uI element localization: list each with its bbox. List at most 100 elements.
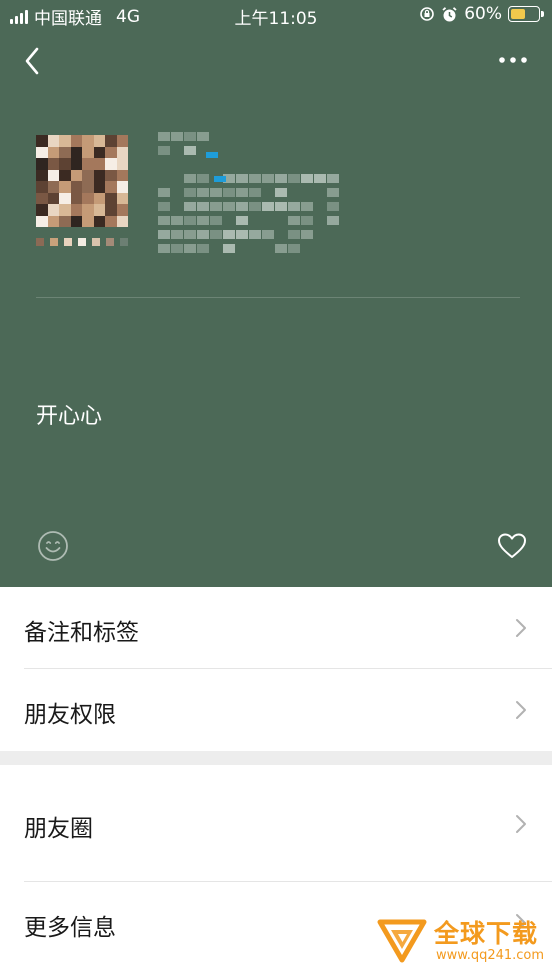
mosaic-pixel [327, 188, 339, 197]
avatar-pixel [116, 169, 128, 181]
row-label: 更多信息 [24, 915, 116, 941]
avatar-pixel [59, 181, 71, 193]
mosaic-pixel [210, 188, 222, 197]
avatar-pixel [116, 204, 128, 216]
avatar-pixel [70, 192, 82, 204]
mosaic-pixel [236, 202, 248, 211]
avatar-pixel [36, 169, 48, 181]
mosaic-pixel [327, 174, 339, 183]
mosaic-pixel [184, 202, 196, 211]
avatar-pixel [47, 135, 59, 147]
mosaic-pixel [171, 132, 183, 141]
mosaic-pixel [223, 188, 235, 197]
avatar-pixel [93, 204, 105, 216]
mosaic-pixel [158, 188, 170, 197]
avatar-pixel [105, 146, 117, 158]
avatar-pixel [36, 204, 48, 216]
avatar-pixel [82, 146, 94, 158]
rotation-lock-icon [420, 7, 435, 21]
avatar-pixel [36, 135, 48, 147]
mosaic-pixel [210, 216, 222, 225]
avatar-pixel [70, 135, 82, 147]
mosaic-pixel [262, 202, 274, 211]
avatar-pixel [105, 158, 117, 170]
watermark-logo-icon [377, 919, 427, 963]
avatar-pixel [116, 158, 128, 170]
mosaic-pixel [223, 244, 235, 253]
avatar-pixel [36, 181, 48, 193]
avatar[interactable] [36, 135, 128, 227]
friend-permissions-row[interactable]: 朋友权限 [0, 669, 552, 751]
mosaic-pixel [288, 216, 300, 225]
mosaic-pixel-blue [206, 152, 218, 158]
avatar-pixel [105, 215, 117, 227]
mosaic-pixel [158, 230, 170, 239]
mosaic-pixel [288, 174, 300, 183]
avatar-pixel [59, 215, 71, 227]
mosaic-pixel [275, 188, 287, 197]
avatar-pixel [47, 169, 59, 181]
mosaic-pixel [197, 230, 209, 239]
remark-tags-row[interactable]: 备注和标签 [0, 587, 552, 669]
back-button[interactable] [18, 44, 48, 78]
mosaic-pixel [236, 216, 248, 225]
chevron-right-icon [516, 619, 526, 637]
mosaic-pixel [184, 132, 196, 141]
avatar-pixel [82, 158, 94, 170]
avatar-pixel [59, 204, 71, 216]
mosaic-pixel [158, 146, 170, 155]
mosaic-pixel [275, 202, 287, 211]
avatar-pixel [59, 158, 71, 170]
watermark: 全球下载 www.qq241.com [372, 912, 550, 968]
avatar-pixel [47, 204, 59, 216]
avatar-pixel [47, 215, 59, 227]
mosaic-pixel [197, 202, 209, 211]
avatar-pixel [93, 146, 105, 158]
avatar-pixel [116, 135, 128, 147]
avatar-pixel [105, 181, 117, 193]
more-button[interactable] [496, 48, 530, 72]
moments-row[interactable]: 朋友圈 [0, 765, 552, 882]
avatar-pixel [70, 158, 82, 170]
mosaic-pixel [301, 216, 313, 225]
mosaic-pixel [197, 132, 209, 141]
settings-group-1: 备注和标签 朋友权限 [0, 587, 552, 751]
avatar-pixel [93, 215, 105, 227]
avatar-pixel [70, 169, 82, 181]
avatar-pixel [59, 135, 71, 147]
avatar-pixel [70, 181, 82, 193]
like-button[interactable] [497, 532, 527, 560]
avatar-pixel [105, 169, 117, 181]
avatar-pixel [36, 215, 48, 227]
battery-icon [508, 6, 544, 22]
mosaic-pixel [249, 188, 261, 197]
avatar-pixel [116, 192, 128, 204]
battery-tip [541, 11, 544, 17]
avatar-pixel [70, 215, 82, 227]
mosaic-pixel [197, 244, 209, 253]
alarm-icon [442, 6, 457, 21]
mosaic-pixel [262, 174, 274, 183]
heart-icon [498, 533, 526, 558]
avatar-pixel [82, 135, 94, 147]
avatar-pixel [59, 169, 71, 181]
mosaic-pixel [184, 146, 196, 155]
mosaic-pixel [210, 230, 222, 239]
watermark-title: 全球下载 [434, 919, 539, 948]
mosaic-pixel [249, 202, 261, 211]
mosaic-pixel [327, 202, 339, 211]
avatar-strip [36, 238, 128, 246]
avatar-pixel [59, 146, 71, 158]
mosaic-pixel [210, 202, 222, 211]
mosaic-pixel [158, 244, 170, 253]
mosaic-pixel [262, 230, 274, 239]
mosaic-pixel [184, 174, 196, 183]
avatar-pixel [93, 169, 105, 181]
avatar-pixel [82, 181, 94, 193]
avatar-pixel [116, 146, 128, 158]
smiley-button[interactable] [37, 530, 69, 562]
mosaic-pixel [158, 202, 170, 211]
mosaic-pixel [301, 230, 313, 239]
mosaic-pixel [171, 244, 183, 253]
avatar-pixel [116, 181, 128, 193]
